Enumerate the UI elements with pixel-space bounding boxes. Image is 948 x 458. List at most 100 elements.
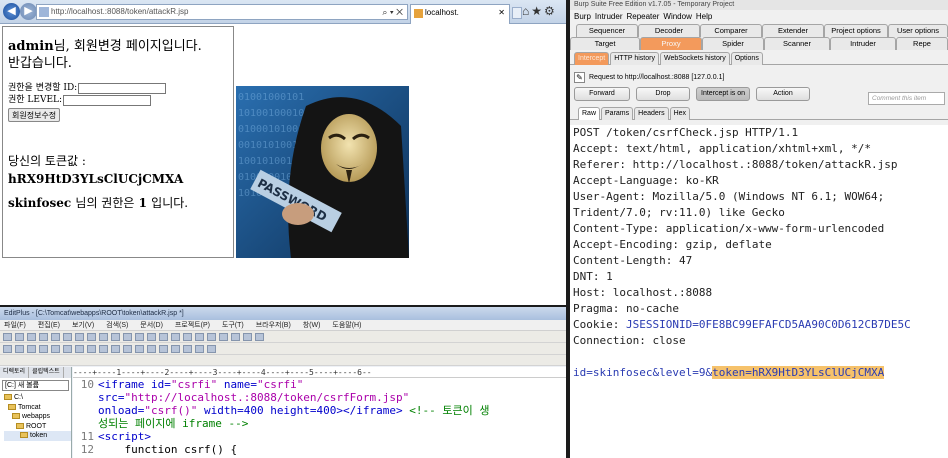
tab-intruder[interactable]: Intruder: [830, 37, 896, 50]
table-icon[interactable]: [111, 344, 120, 353]
textarea-icon[interactable]: [159, 344, 168, 353]
tab-extender[interactable]: Extender: [762, 24, 824, 37]
menu-edit[interactable]: 편집(E): [38, 322, 60, 329]
browser-tab[interactable]: localhost. ✕: [410, 4, 510, 24]
fullscreen-icon[interactable]: [243, 332, 252, 341]
tab-sequencer[interactable]: Sequencer: [576, 24, 638, 37]
id-input[interactable]: [78, 82, 167, 94]
settings-gear-icon[interactable]: ⚙: [544, 4, 557, 18]
forward-button[interactable]: Forward: [574, 87, 630, 101]
undo-icon[interactable]: [99, 332, 108, 341]
find-icon[interactable]: [123, 332, 132, 341]
menu-project[interactable]: 프로젝트(P): [175, 322, 210, 329]
wordwrap-icon[interactable]: [159, 332, 168, 341]
forward-icon[interactable]: ▶: [20, 3, 37, 20]
tab-proxy[interactable]: Proxy: [640, 37, 702, 50]
tab-project-options[interactable]: Project options: [824, 24, 888, 37]
subtab-intercept[interactable]: Intercept: [574, 52, 610, 65]
italic-icon[interactable]: [15, 344, 24, 353]
tab-spider[interactable]: Spider: [702, 37, 764, 50]
search-refresh-icons[interactable]: ⌕ ▾ ✕: [382, 5, 403, 19]
dir-icon[interactable]: [219, 332, 228, 341]
tree-item[interactable]: Tomcat: [4, 403, 71, 413]
color-picker-icon[interactable]: [195, 344, 204, 353]
subtab-options[interactable]: Options: [730, 52, 763, 65]
action-button[interactable]: Action: [756, 87, 810, 101]
menu-repeater[interactable]: Repeater: [626, 10, 659, 24]
view-params[interactable]: Params: [601, 107, 634, 120]
bold-icon[interactable]: [3, 344, 12, 353]
link-icon[interactable]: [87, 344, 96, 353]
menu-tools[interactable]: 도구(T): [222, 322, 244, 329]
tab-repeater[interactable]: Repe: [896, 37, 948, 50]
home-icon[interactable]: ⌂: [522, 4, 531, 18]
print-icon[interactable]: [51, 332, 60, 341]
replace-icon[interactable]: [135, 332, 144, 341]
font-color-icon[interactable]: [39, 344, 48, 353]
menu-view[interactable]: 보기(V): [72, 322, 94, 329]
save-all-icon[interactable]: [39, 332, 48, 341]
char-icon[interactable]: [207, 344, 216, 353]
menu-browser[interactable]: 브라우저(B): [256, 322, 291, 329]
submit-button[interactable]: 회원정보수정: [8, 108, 61, 122]
image-icon[interactable]: [99, 344, 108, 353]
input-icon[interactable]: [135, 344, 144, 353]
comment-icon[interactable]: [183, 344, 192, 353]
tree-item[interactable]: ROOT: [4, 422, 71, 432]
edit-pencil-icon[interactable]: ✎: [574, 71, 585, 83]
menu-intruder[interactable]: Intruder: [595, 10, 623, 24]
check-icon[interactable]: [207, 332, 216, 341]
align-left-icon[interactable]: [51, 344, 60, 353]
tree-item[interactable]: webapps: [4, 412, 71, 422]
tab-directory[interactable]: 디렉토리: [0, 367, 30, 378]
view-raw[interactable]: Raw: [578, 107, 601, 120]
option-icon[interactable]: [255, 332, 264, 341]
menu-search[interactable]: 검색(S): [106, 322, 128, 329]
tab-comparer[interactable]: Comparer: [700, 24, 762, 37]
intercept-toggle-button[interactable]: Intercept is on: [696, 87, 750, 101]
subtab-http-history[interactable]: HTTP history: [610, 52, 659, 65]
view-hex[interactable]: Hex: [669, 107, 691, 120]
back-icon[interactable]: ◀: [3, 3, 20, 20]
paste-icon[interactable]: [87, 332, 96, 341]
browser-view-icon[interactable]: [195, 332, 204, 341]
request-editor[interactable]: POST /token/csrfCheck.jsp HTTP/1.1 Accep…: [570, 125, 948, 458]
underline-icon[interactable]: [27, 344, 36, 353]
ruler-icon[interactable]: [171, 332, 180, 341]
menu-window[interactable]: Window: [663, 10, 691, 24]
align-center-icon[interactable]: [63, 344, 72, 353]
clip-icon[interactable]: [231, 332, 240, 341]
menu-burp[interactable]: Burp: [574, 10, 591, 24]
tab-scanner[interactable]: Scanner: [764, 37, 830, 50]
redo-icon[interactable]: [111, 332, 120, 341]
goto-icon[interactable]: [147, 332, 156, 341]
new-tab-button[interactable]: [512, 7, 522, 19]
drive-select[interactable]: [C:] 새 볼륨: [2, 380, 69, 391]
tree-item-selected[interactable]: token: [4, 431, 71, 441]
paragraph-icon[interactable]: [75, 344, 84, 353]
open-file-icon[interactable]: [15, 332, 24, 341]
view-headers[interactable]: Headers: [634, 107, 669, 120]
comment-input[interactable]: Comment this item: [868, 92, 945, 105]
save-icon[interactable]: [27, 332, 36, 341]
address-bar[interactable]: http://localhost.:8088/token/attackR.jsp…: [36, 4, 408, 20]
tree-item[interactable]: C:\: [4, 393, 71, 403]
subtab-websockets-history[interactable]: WebSockets history: [659, 52, 730, 65]
form-icon[interactable]: [123, 344, 132, 353]
line-number-icon[interactable]: [183, 332, 192, 341]
level-input[interactable]: [63, 94, 152, 106]
copy-icon[interactable]: [75, 332, 84, 341]
drop-button[interactable]: Drop: [636, 87, 690, 101]
menu-file[interactable]: 파일(F): [4, 322, 26, 329]
menu-help[interactable]: 도움말(H): [332, 322, 361, 329]
favorites-star-icon[interactable]: ★: [531, 4, 544, 18]
menu-window[interactable]: 창(W): [303, 322, 321, 329]
tab-decoder[interactable]: Decoder: [638, 24, 700, 37]
select-icon[interactable]: [147, 344, 156, 353]
hr-icon[interactable]: [171, 344, 180, 353]
tab-cliptext[interactable]: 클립텍스트: [29, 367, 64, 378]
tab-user-options[interactable]: User options: [888, 24, 948, 37]
new-file-icon[interactable]: [3, 332, 12, 341]
code-editor[interactable]: 10 <iframe id="csrfi" name="csrfi" src="h…: [73, 378, 566, 458]
tab-target[interactable]: Target: [570, 37, 640, 50]
